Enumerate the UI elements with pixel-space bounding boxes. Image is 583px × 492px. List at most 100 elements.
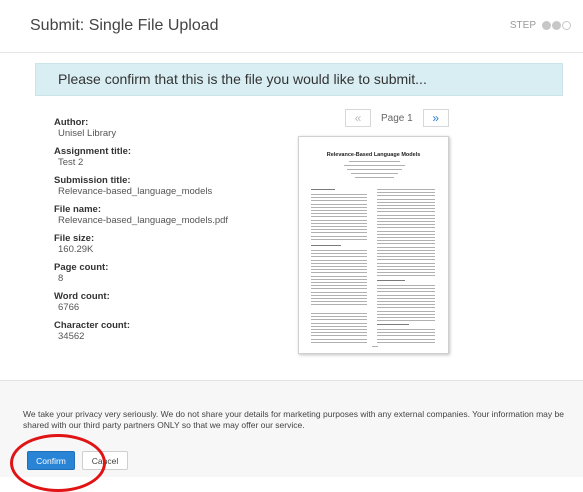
step-indicator: STEP bbox=[510, 20, 571, 31]
preview-line bbox=[311, 294, 367, 296]
confirm-button[interactable]: Confirm bbox=[27, 451, 75, 470]
preview-line bbox=[377, 233, 435, 235]
preview-line bbox=[377, 275, 435, 277]
preview-line bbox=[311, 206, 367, 208]
preview-line bbox=[311, 262, 367, 264]
preview-line bbox=[311, 253, 367, 255]
document-preview: Relevance-Based Language Models bbox=[298, 136, 449, 354]
detail-page-count: Page count: 8 bbox=[54, 262, 274, 284]
preview-line bbox=[311, 213, 367, 215]
preview-line bbox=[311, 285, 367, 287]
detail-value: Test 2 bbox=[58, 157, 84, 168]
preview-line bbox=[377, 341, 435, 343]
step-dot-2 bbox=[552, 21, 561, 30]
preview-line bbox=[377, 221, 435, 222]
preview-line bbox=[311, 245, 341, 246]
preview-line bbox=[377, 240, 435, 242]
preview-line bbox=[311, 301, 367, 303]
detail-character-count: Character count: 34562 bbox=[54, 320, 274, 342]
preview-line bbox=[311, 278, 367, 280]
dialog-header: Submit: Single File Upload STEP bbox=[0, 0, 583, 53]
preview-line bbox=[377, 249, 435, 251]
preview-line bbox=[377, 307, 435, 309]
preview-line bbox=[311, 216, 367, 218]
step-label: STEP bbox=[509, 20, 536, 31]
preview-line bbox=[377, 259, 435, 261]
preview-line bbox=[377, 269, 435, 270]
detail-assignment-title: Assignment title: Test 2 bbox=[54, 146, 274, 168]
preview-line bbox=[377, 237, 435, 238]
detail-value: 8 bbox=[58, 273, 64, 284]
preview-line bbox=[377, 338, 435, 340]
preview-line bbox=[311, 203, 367, 205]
preview-line bbox=[311, 235, 367, 237]
preview-line bbox=[377, 205, 435, 206]
preview-line bbox=[311, 269, 367, 271]
preview-line bbox=[377, 224, 435, 226]
page-navigator: « Page 1 » bbox=[345, 108, 449, 128]
preview-line bbox=[311, 256, 367, 258]
preview-line bbox=[349, 161, 400, 162]
preview-line bbox=[377, 230, 435, 232]
preview-line bbox=[311, 329, 367, 330]
detail-value: Unisel Library bbox=[58, 128, 117, 139]
preview-line bbox=[377, 291, 435, 293]
detail-label: File size: bbox=[54, 233, 95, 244]
preview-line bbox=[311, 200, 367, 202]
step-dot-3 bbox=[562, 21, 571, 30]
detail-label: Page count: bbox=[54, 262, 109, 273]
detail-file-size: File size: 160.29K bbox=[54, 233, 274, 255]
detail-label: Assignment title: bbox=[54, 146, 132, 157]
preview-line bbox=[377, 243, 435, 245]
preview-line bbox=[311, 298, 367, 299]
preview-line bbox=[311, 238, 367, 240]
preview-line bbox=[377, 285, 435, 286]
preview-line bbox=[311, 229, 367, 231]
prev-page-button[interactable]: « bbox=[345, 109, 371, 127]
preview-line bbox=[377, 320, 435, 322]
preview-line bbox=[311, 291, 367, 293]
preview-line bbox=[377, 211, 435, 213]
detail-file-name: File name: Relevance-based_language_mode… bbox=[54, 204, 274, 226]
preview-line bbox=[377, 317, 435, 318]
cancel-button[interactable]: Cancel bbox=[82, 451, 128, 470]
preview-line bbox=[377, 335, 435, 337]
preview-line bbox=[377, 324, 409, 325]
preview-line bbox=[311, 250, 367, 251]
preview-line bbox=[311, 219, 367, 221]
page-indicator: Page 1 bbox=[381, 112, 413, 124]
preview-line bbox=[377, 310, 435, 312]
preview-line bbox=[347, 169, 402, 170]
preview-line bbox=[377, 297, 435, 299]
preview-line bbox=[311, 210, 367, 211]
preview-line bbox=[311, 194, 367, 195]
preview-line bbox=[377, 332, 435, 334]
preview-line bbox=[377, 272, 435, 274]
preview-line bbox=[377, 294, 435, 296]
preview-line bbox=[377, 227, 435, 229]
preview-line bbox=[311, 226, 367, 227]
detail-value: Relevance-based_language_models.pdf bbox=[58, 215, 229, 226]
next-page-button[interactable]: » bbox=[422, 109, 449, 127]
preview-line bbox=[377, 189, 435, 190]
preview-line bbox=[377, 246, 435, 248]
preview-line bbox=[377, 192, 435, 194]
preview-line bbox=[311, 259, 367, 261]
preview-line bbox=[311, 232, 367, 234]
preview-line bbox=[377, 253, 435, 254]
preview-line bbox=[311, 341, 367, 343]
preview-line bbox=[377, 304, 435, 306]
detail-value: 6766 bbox=[58, 302, 80, 313]
preview-line bbox=[351, 173, 398, 174]
preview-line bbox=[311, 304, 367, 306]
preview-line bbox=[311, 313, 367, 314]
file-details: Author: Unisel Library Assignment title:… bbox=[54, 117, 274, 349]
preview-line bbox=[311, 319, 367, 321]
preview-line bbox=[311, 189, 335, 190]
preview-line bbox=[311, 325, 367, 327]
preview-line bbox=[311, 272, 367, 274]
preview-line bbox=[377, 301, 435, 302]
preview-line bbox=[311, 282, 367, 283]
detail-value: 160.29K bbox=[58, 244, 94, 255]
preview-line bbox=[377, 280, 405, 281]
